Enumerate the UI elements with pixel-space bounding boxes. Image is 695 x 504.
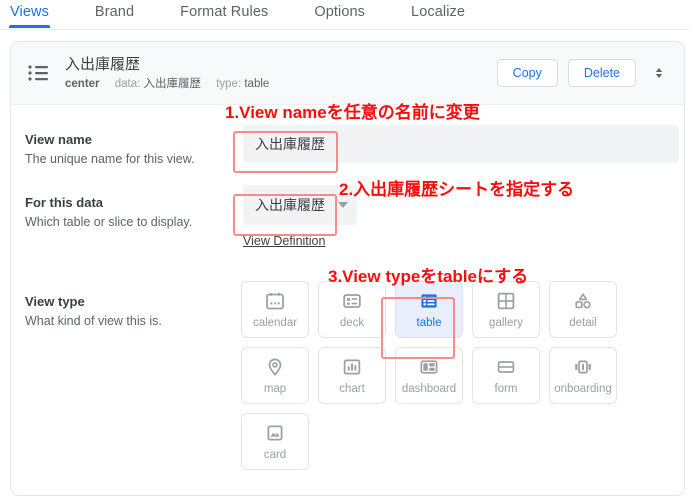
annotation-step-2: 2.入出庫履歴シートを指定する bbox=[339, 180, 575, 199]
view-type-description: What kind of view this is. bbox=[25, 314, 162, 328]
view-title: 入出庫履歴 bbox=[65, 56, 141, 73]
view-type-tile-calendar[interactable]: calendar bbox=[241, 281, 309, 338]
view-type-tile-label: calendar bbox=[252, 316, 298, 329]
view-data-value: 入出庫履歴 bbox=[143, 78, 202, 90]
view-owner: center bbox=[65, 78, 100, 90]
tab-localize[interactable]: Localize bbox=[411, 0, 465, 26]
view-type-tile-table[interactable]: table bbox=[395, 281, 463, 338]
onboarding-carousel-icon bbox=[572, 356, 594, 378]
detail-shapes-icon bbox=[572, 290, 594, 312]
view-type-tile-row: card bbox=[241, 413, 641, 470]
view-type-value: table bbox=[244, 78, 270, 90]
view-type-tile-label: table bbox=[416, 316, 442, 329]
settings-tab-bar: Views Brand Format Rules Options Localiz… bbox=[0, 0, 695, 30]
annotation-step-1: 1.View nameを任意の名前に変更 bbox=[225, 103, 480, 122]
view-name-description: The unique name for this view. bbox=[25, 152, 195, 166]
view-type-label-group: View type What kind of view this is. bbox=[25, 293, 235, 330]
table-icon bbox=[418, 290, 440, 312]
view-name-control bbox=[243, 125, 679, 163]
map-pin-icon bbox=[264, 356, 286, 378]
view-data-pair: data: 入出庫履歴 bbox=[115, 78, 201, 90]
for-this-data-label-group: For this data Which table or slice to di… bbox=[25, 194, 235, 231]
view-name-label-group: View name The unique name for this view. bbox=[25, 131, 235, 168]
view-type-tile-card[interactable]: card bbox=[241, 413, 309, 470]
view-type-tile-onboarding[interactable]: onboarding bbox=[549, 347, 617, 404]
view-type-tile-detail[interactable]: detail bbox=[549, 281, 617, 338]
expand-collapse-icon[interactable] bbox=[650, 62, 668, 84]
chevron-down-icon bbox=[338, 202, 348, 208]
view-definition-link[interactable]: View Definition bbox=[243, 234, 325, 248]
view-type-tile-gallery[interactable]: gallery bbox=[472, 281, 540, 338]
view-type-tile-label: card bbox=[263, 448, 287, 461]
form-rows-icon bbox=[495, 356, 517, 378]
view-type-tile-label: gallery bbox=[489, 316, 523, 329]
copy-button[interactable]: Copy bbox=[496, 59, 558, 87]
tab-views[interactable]: Views bbox=[9, 0, 50, 28]
tab-options[interactable]: Options bbox=[314, 0, 365, 26]
view-type-pair: type: table bbox=[216, 78, 269, 90]
view-data-key: data: bbox=[114, 78, 141, 90]
bar-chart-icon bbox=[341, 356, 363, 378]
tab-brand[interactable]: Brand bbox=[95, 0, 134, 26]
view-type-tile-label: deck bbox=[339, 316, 365, 329]
view-type-tile-deck[interactable]: deck bbox=[318, 281, 386, 338]
view-type-tile-row: map chart dashboard form onboarding bbox=[241, 347, 641, 404]
view-type-tile-label: chart bbox=[339, 382, 365, 395]
dashboard-layout-icon bbox=[418, 356, 440, 378]
view-subtitle: center data: 入出庫履歴 type: table bbox=[65, 77, 487, 91]
view-type-tile-label: form bbox=[494, 382, 518, 395]
view-card-header: 入出庫履歴 center data: 入出庫履歴 type: table Cop… bbox=[11, 42, 684, 105]
view-type-tile-dashboard[interactable]: dashboard bbox=[395, 347, 463, 404]
calendar-icon bbox=[264, 290, 286, 312]
view-type-tile-map[interactable]: map bbox=[241, 347, 309, 404]
tab-format-rules[interactable]: Format Rules bbox=[180, 0, 268, 26]
view-name-input[interactable] bbox=[243, 125, 679, 163]
view-type-tile-label: onboarding bbox=[554, 382, 612, 395]
view-type-tile-form[interactable]: form bbox=[472, 347, 540, 404]
view-type-key: type: bbox=[216, 78, 242, 90]
view-type-label: View type bbox=[25, 294, 85, 309]
view-type-tile-label: dashboard bbox=[401, 382, 457, 395]
view-name-label: View name bbox=[25, 132, 92, 147]
annotation-step-3: 3.View typeをtableにする bbox=[328, 267, 529, 286]
list-view-icon bbox=[27, 62, 49, 84]
for-this-data-label: For this data bbox=[25, 195, 104, 210]
view-type-tile-label: detail bbox=[569, 316, 597, 329]
tab-bar-divider bbox=[0, 29, 689, 30]
view-type-tile-row: calendar deck table gallery detail bbox=[241, 281, 641, 338]
delete-button[interactable]: Delete bbox=[567, 59, 636, 87]
view-type-tile-chart[interactable]: chart bbox=[318, 347, 386, 404]
view-type-tile-grid: calendar deck table gallery detail map c… bbox=[241, 281, 641, 479]
deck-icon bbox=[341, 290, 363, 312]
card-image-icon bbox=[264, 422, 286, 444]
for-this-data-description: Which table or slice to display. bbox=[25, 215, 193, 229]
view-card-header-texts: 入出庫履歴 center data: 入出庫履歴 type: table bbox=[65, 55, 487, 91]
data-source-selected-value: 入出庫履歴 bbox=[255, 197, 325, 213]
view-type-tile-label: map bbox=[263, 382, 287, 395]
gallery-icon bbox=[495, 290, 517, 312]
